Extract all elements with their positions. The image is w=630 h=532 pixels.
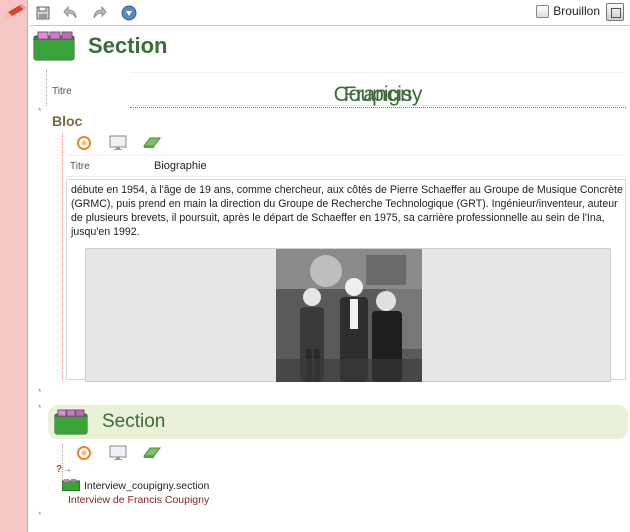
book-icon <box>143 137 161 148</box>
save-button[interactable] <box>34 4 52 22</box>
section-title: Section <box>88 33 168 58</box>
undo-button[interactable] <box>62 4 80 22</box>
folder-icon <box>54 409 88 435</box>
monitor-icon <box>109 135 127 150</box>
pencil-icon[interactable] <box>2 2 28 22</box>
margin-marker: * <box>38 387 42 397</box>
section-reference[interactable]: ?→ Interview_coupigny.section Interview … <box>56 464 260 510</box>
folder-icon <box>33 31 75 61</box>
bloc-title-field[interactable]: Titre Biographie <box>66 155 626 177</box>
bloc-cycle-button[interactable] <box>74 134 94 152</box>
section-header[interactable]: Section <box>32 28 167 64</box>
save-icon <box>36 6 50 20</box>
reference-title[interactable]: Interview de Francis Coupigny <box>68 494 209 506</box>
bloc-titre-value: Biographie <box>154 160 207 172</box>
draft-label: Brouillon <box>553 4 600 18</box>
book-icon <box>143 447 161 458</box>
draft-toggle[interactable]: Brouillon <box>536 4 600 18</box>
section2-toolbar <box>74 444 162 462</box>
bloc-label: Bloc <box>52 113 83 129</box>
titre-bracket <box>46 70 47 106</box>
bloc-paragraph[interactable]: débute en 1954, à l'âge de 19 ans, comme… <box>71 183 623 239</box>
folder-icon <box>62 479 80 491</box>
bloc-content[interactable]: débute en 1954, à l'âge de 19 ans, comme… <box>66 179 626 382</box>
redo-icon <box>93 6 107 19</box>
undo-icon <box>63 6 77 19</box>
title-field[interactable]: Francis Coupigny <box>130 72 626 108</box>
bloc-cycle-button[interactable] <box>74 444 94 462</box>
bloc-bracket <box>62 133 63 381</box>
section2-title: Section <box>102 411 166 432</box>
window-toggle-icon[interactable] <box>606 3 624 21</box>
bloc-cycle-icon <box>77 136 91 150</box>
left-margin <box>0 0 28 532</box>
margin-marker: * <box>38 510 42 520</box>
toolbar: Brouillon <box>30 0 630 26</box>
book-button[interactable] <box>142 444 162 462</box>
portrait-photo <box>276 249 422 382</box>
reference-marker: ?→ <box>56 464 73 475</box>
info-icon <box>121 5 137 21</box>
titre-label: Titre <box>52 86 72 97</box>
book-button[interactable] <box>142 134 162 152</box>
info-button[interactable] <box>120 4 138 22</box>
monitor-button[interactable] <box>108 134 128 152</box>
bloc-cycle-icon <box>77 446 91 460</box>
redo-button[interactable] <box>90 4 108 22</box>
draft-checkbox[interactable] <box>536 4 550 18</box>
bloc-toolbar <box>74 134 162 152</box>
section2-header[interactable]: Section <box>48 405 628 439</box>
margin-marker: * <box>38 106 42 116</box>
image-frame[interactable] <box>85 248 611 382</box>
reference-file[interactable]: Interview_coupigny.section <box>84 480 209 492</box>
bloc-titre-label: Titre <box>70 161 90 172</box>
margin-marker: * <box>38 403 42 413</box>
monitor-button[interactable] <box>108 444 128 462</box>
monitor-icon <box>109 445 127 460</box>
